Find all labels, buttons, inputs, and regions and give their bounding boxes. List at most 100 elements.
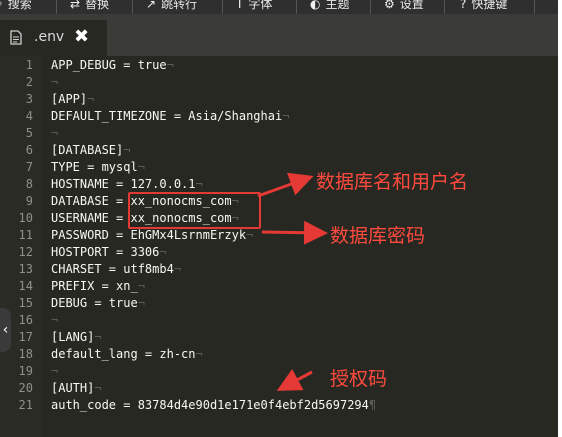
whitespace-marker: ¬ — [51, 364, 59, 378]
line-number: 2 — [25, 75, 33, 89]
line-number: 9 — [25, 194, 33, 208]
code-line[interactable]: [DATABASE]¬ — [51, 142, 130, 159]
code-line[interactable]: [AUTH]¬ — [51, 380, 102, 397]
toolbar-divider — [534, 0, 535, 14]
code-line[interactable]: HOSTPORT = 3306¬ — [51, 244, 167, 261]
code-line[interactable]: default_lang = zh-cn¬ — [51, 346, 203, 363]
line-number: 12 — [18, 245, 33, 259]
whitespace-marker: ¬ — [87, 92, 95, 106]
toolbar-divider — [222, 0, 223, 14]
settings-icon: ⚙ — [384, 0, 395, 11]
theme-label: 主题 — [325, 0, 350, 11]
shortcuts-button[interactable]: ? 快捷键 — [460, 0, 507, 12]
auth-annotation: 授权码 — [330, 368, 388, 390]
goto-line-button[interactable]: ↗ 跳转行 — [146, 0, 197, 12]
code-line-text: [APP] — [51, 92, 88, 106]
whitespace-marker: ¬ — [137, 296, 145, 310]
code-line[interactable]: ¬ — [51, 363, 58, 380]
code-line[interactable]: [APP]¬ — [51, 91, 94, 108]
toolbar-divider — [296, 0, 297, 14]
code-line[interactable]: DEBUG = true¬ — [51, 295, 145, 312]
code-line[interactable]: ¬ — [51, 312, 58, 329]
code-line-text: [DATABASE] — [51, 143, 124, 157]
theme-button[interactable]: ◐ 主题 — [310, 0, 350, 12]
search-label: 搜索 — [7, 0, 32, 11]
search-icon: ⌕ — [0, 0, 3, 11]
code-line[interactable]: ¬ — [51, 74, 58, 91]
line-number: 4 — [25, 109, 33, 123]
settings-button[interactable]: ⚙ 设置 — [384, 0, 424, 12]
tab-filename: .env — [34, 29, 65, 45]
collapse-handle[interactable]: ‹ — [0, 308, 11, 352]
line-number: 5 — [25, 126, 33, 140]
whitespace-marker: ¬ — [195, 177, 203, 191]
goto-line-label: 跳转行 — [161, 0, 198, 11]
line-number: 20 — [18, 381, 33, 395]
file-icon — [10, 30, 22, 45]
line-number: 7 — [25, 160, 33, 174]
toolbar-divider — [444, 0, 445, 14]
line-number: 1 — [25, 58, 33, 72]
code-line[interactable]: [LANG]¬ — [51, 329, 102, 346]
code-line-text: PASSWORD = EhGMx4LsrnmErzyk — [51, 228, 247, 242]
code-line-text: PREFIX = xn_ — [51, 279, 138, 293]
whitespace-marker: ¬ — [51, 313, 59, 327]
code-line[interactable]: APP_DEBUG = true¬ — [51, 57, 174, 74]
code-line-text: DEBUG = true — [51, 296, 138, 310]
line-number: 19 — [18, 364, 33, 378]
code-line-text: [AUTH] — [51, 381, 95, 395]
replace-button[interactable]: ⇄ 替换 — [70, 0, 109, 12]
shortcuts-label: 快捷键 — [471, 0, 508, 11]
code-line[interactable]: DEFAULT_TIMEZONE = Asia/Shanghai¬ — [51, 108, 289, 125]
code-line[interactable]: CHARSET = utf8mb4¬ — [51, 261, 181, 278]
code-editor[interactable]: 1 2 3 4 5 6 7 8 9 10 11 12 13 14 15 16 17 18 19 20 21 APP_DE… — [0, 56, 558, 437]
line-number: 10 — [18, 211, 33, 225]
code-line-text: DEFAULT_TIMEZONE = Asia/Shanghai — [51, 109, 283, 123]
code-line-text: HOSTNAME = 127.0.0.1 — [51, 177, 196, 191]
code-line-text: APP_DEBUG = true — [51, 58, 167, 72]
theme-icon: ◐ — [310, 0, 321, 11]
whitespace-marker: ¬ — [195, 347, 203, 361]
whitespace-marker: ¬ — [94, 330, 102, 344]
line-number: 13 — [18, 262, 33, 276]
whitespace-marker: ¬ — [137, 160, 145, 174]
font-button[interactable]: T 字体 — [236, 0, 272, 12]
tab-env-file[interactable]: .env ✖ — [0, 20, 107, 56]
editor-window: ⌕ 搜索 ⇄ 替换 ↗ 跳转行 T 字体 ◐ 主题 ⚙ 设置 ? — [0, 0, 558, 437]
code-line-text: [LANG] — [51, 330, 95, 344]
line-number: 11 — [18, 228, 33, 242]
whitespace-marker: ¬ — [137, 279, 145, 293]
whitespace-marker: ¬ — [94, 381, 102, 395]
whitespace-marker: ¬ — [166, 58, 174, 72]
line-number: 6 — [25, 143, 33, 157]
whitespace-marker: ¬ — [246, 228, 254, 242]
goto-line-icon: ↗ — [146, 0, 157, 11]
tab-bar: .env ✖ — [0, 14, 558, 56]
replace-icon: ⇄ — [70, 0, 81, 11]
code-line[interactable]: ¬ — [51, 125, 58, 142]
toolbar-divider — [370, 0, 371, 14]
whitespace-marker: ¬ — [173, 262, 182, 276]
help-icon: ? — [460, 0, 467, 11]
toolbar-divider — [132, 0, 133, 14]
code-line-text: CHARSET = utf8mb4 — [51, 262, 174, 276]
db-pass-annotation: 数据库密码 — [330, 225, 426, 247]
whitespace-marker: ¬ — [282, 109, 290, 123]
code-line-text: HOSTPORT = 3306 — [51, 245, 160, 259]
line-number: 8 — [25, 177, 33, 191]
toolbar-divider — [56, 0, 57, 14]
code-line[interactable]: PASSWORD = EhGMx4LsrnmErzyk¬ — [51, 227, 253, 244]
code-line[interactable]: auth_code = 83784d4e90d1e171e0f4ebf2d569… — [51, 397, 376, 414]
whitespace-marker: ¬ — [123, 143, 131, 157]
line-number: 3 — [25, 92, 33, 106]
close-tab-icon[interactable]: ✖ — [74, 26, 89, 47]
code-line[interactable]: TYPE = mysql¬ — [51, 159, 145, 176]
toolbar: ⌕ 搜索 ⇄ 替换 ↗ 跳转行 T 字体 ◐ 主题 ⚙ 设置 ? — [0, 0, 558, 14]
code-line[interactable]: PREFIX = xn_¬ — [51, 278, 145, 295]
line-number: 21 — [18, 398, 33, 412]
whitespace-marker: ¬ — [51, 75, 59, 89]
search-button[interactable]: ⌕ 搜索 — [0, 0, 32, 12]
code-line-text: default_lang = zh-cn — [51, 347, 196, 361]
line-number-gutter: 1 2 3 4 5 6 7 8 9 10 11 12 13 14 15 16 17 18 19 20 21 — [0, 56, 42, 437]
code-line[interactable]: HOSTNAME = 127.0.0.1¬ — [51, 176, 203, 193]
